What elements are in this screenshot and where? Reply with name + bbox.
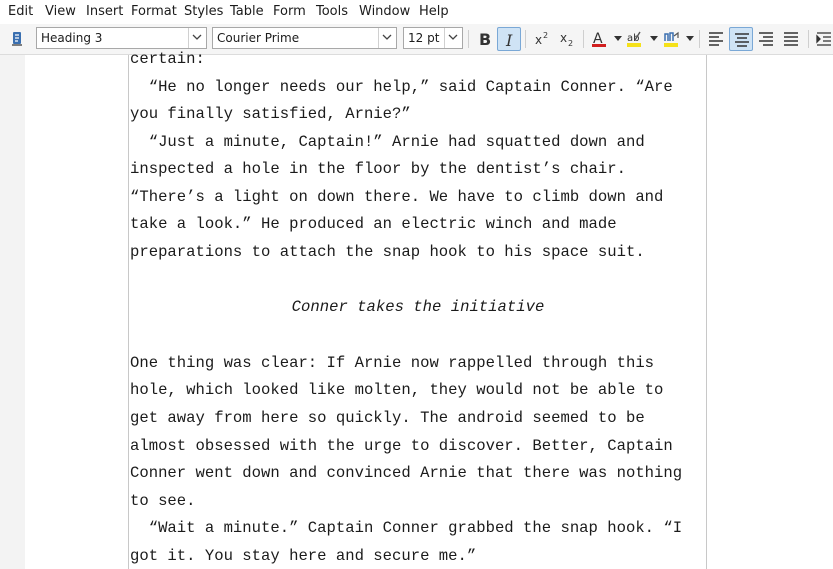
italic-button[interactable]: I (497, 27, 521, 51)
separator (468, 30, 469, 48)
separator (699, 30, 700, 48)
menu-table[interactable]: Table (230, 4, 264, 19)
font-size-combo[interactable]: 12 pt (403, 27, 463, 49)
align-right-button[interactable] (754, 27, 778, 51)
text-line[interactable]: certain: (130, 50, 205, 68)
section-heading[interactable]: Conner takes the initiative (130, 298, 706, 316)
text-line[interactable]: “Just a minute, Captain!” Arnie had squa… (130, 133, 645, 151)
text-line[interactable]: One thing was clear: If Arnie now rappel… (130, 354, 654, 372)
text-line[interactable]: you finally satisfied, Arnie?” (130, 105, 411, 123)
menu-view[interactable]: View (45, 4, 76, 19)
separator (583, 30, 584, 48)
text-line[interactable]: hole, which looked like molten, they wou… (130, 381, 663, 399)
chevron-down-icon[interactable] (188, 28, 206, 48)
highlight-color-button[interactable]: ab (622, 27, 646, 51)
align-center-button[interactable] (729, 27, 753, 51)
chevron-down-icon[interactable] (614, 36, 622, 41)
svg-text:x: x (560, 31, 567, 45)
text-boundary-left (128, 55, 129, 569)
separator (525, 30, 526, 48)
svg-text:B: B (479, 30, 491, 48)
superscript-button[interactable]: x2 (530, 27, 554, 51)
menu-form[interactable]: Form (273, 4, 306, 19)
font-name-combo[interactable]: Courier Prime (212, 27, 397, 49)
paragraph-style-combo[interactable]: Heading 3 (36, 27, 207, 49)
justify-button[interactable] (779, 27, 803, 51)
chevron-down-icon[interactable] (650, 36, 658, 41)
text-line[interactable]: Conner went down and convinced Arnie tha… (130, 464, 682, 482)
font-size-value: 12 pt (408, 31, 440, 45)
menu-help[interactable]: Help (419, 4, 449, 19)
menu-tools[interactable]: Tools (316, 4, 348, 19)
separator (808, 30, 809, 48)
svg-text:I: I (505, 31, 513, 49)
text-line[interactable]: to see. (130, 492, 196, 510)
menu-insert[interactable]: Insert (86, 4, 123, 19)
menu-window[interactable]: Window (359, 4, 410, 19)
align-left-button[interactable] (704, 27, 728, 51)
font-color-button[interactable]: A (587, 27, 611, 51)
bold-button[interactable]: B (472, 27, 496, 51)
chevron-down-icon[interactable] (444, 28, 462, 48)
character-background-button[interactable] (659, 27, 683, 51)
text-line[interactable]: “There’s a light on down there. We have … (130, 188, 663, 206)
menu-format[interactable]: Format (131, 4, 177, 19)
paragraph-style-value: Heading 3 (41, 31, 103, 45)
chevron-down-icon[interactable] (378, 28, 396, 48)
menu-edit[interactable]: Edit (8, 4, 33, 19)
text-line[interactable]: preparations to attach the snap hook to … (130, 243, 645, 261)
text-boundary-right (706, 55, 707, 569)
menu-styles[interactable]: Styles (184, 4, 223, 19)
svg-text:2: 2 (568, 39, 573, 48)
font-name-value: Courier Prime (217, 31, 300, 45)
text-line[interactable]: “He no longer needs our help,” said Capt… (130, 78, 673, 96)
subscript-button[interactable]: x2 (555, 27, 579, 51)
chevron-down-icon[interactable] (686, 36, 694, 41)
svg-text:2: 2 (543, 31, 548, 40)
text-line[interactable]: get away from here so quickly. The andro… (130, 409, 645, 427)
menu-bar: Edit View Insert Format Styles Table For… (0, 0, 833, 24)
styles-sidebar-icon[interactable] (9, 31, 25, 47)
text-line[interactable]: got it. You stay here and secure me.” (130, 547, 476, 565)
increase-indent-button[interactable] (812, 27, 832, 51)
text-line[interactable]: take a look.” He produced an electric wi… (130, 215, 617, 233)
text-line[interactable]: almost obsessed with the urge to discove… (130, 437, 673, 455)
formatting-toolbar: Heading 3 Courier Prime 12 pt B I x2 x2 … (0, 24, 833, 55)
text-line[interactable]: “Wait a minute.” Captain Conner grabbed … (130, 519, 682, 537)
text-line[interactable]: inspected a hole in the floor by the den… (130, 160, 626, 178)
svg-text:x: x (535, 33, 542, 47)
